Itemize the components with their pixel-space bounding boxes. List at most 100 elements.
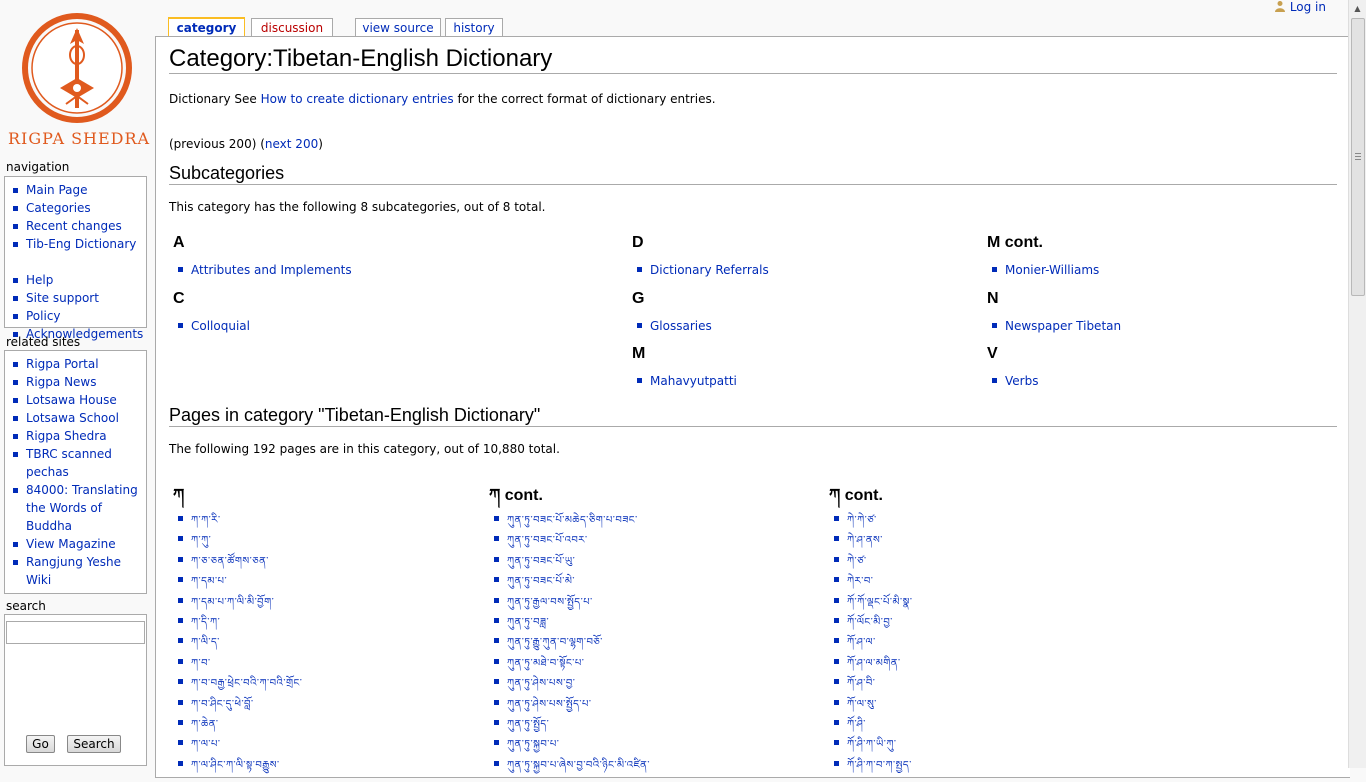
scroll-up-arrow-icon[interactable]: ▲ <box>1349 0 1366 17</box>
bullet-icon <box>178 638 183 644</box>
sidebar-item[interactable]: Rigpa News <box>13 373 141 391</box>
next-200-link[interactable]: next 200 <box>265 137 318 151</box>
intro-text: Dictionary See How to create dictionary … <box>169 92 716 106</box>
site-name: RIGPA SHEDRA <box>8 129 151 148</box>
sidebar-item[interactable]: Rangjung Yeshe Wiki <box>13 553 141 589</box>
subcat-letter: M <box>632 345 646 362</box>
bullet-icon <box>494 536 499 542</box>
sidebar-item[interactable]: Recent changes <box>13 217 141 235</box>
bullet-icon <box>834 556 839 562</box>
bullet-icon <box>178 597 183 603</box>
bullet-icon <box>178 267 183 272</box>
pages-heading: Pages in category "Tibetan-English Dicti… <box>169 404 1337 427</box>
bullet-icon <box>834 658 839 664</box>
subcat-letter: G <box>632 290 645 307</box>
subcat-link[interactable]: Mahavyutpatti <box>637 374 737 388</box>
bullet-icon <box>834 720 839 725</box>
bullet-icon <box>13 278 18 283</box>
tab-view-source[interactable]: view source <box>355 18 441 37</box>
subcat-link[interactable]: Glossaries <box>637 319 712 333</box>
subcat-link[interactable]: Verbs <box>992 374 1038 388</box>
bullet-icon <box>178 720 183 725</box>
vertical-scrollbar[interactable]: ▲ <box>1348 0 1366 768</box>
bullet-icon <box>834 618 839 623</box>
bullet-icon <box>13 362 18 367</box>
sidebar-item[interactable]: Rigpa Portal <box>13 355 141 373</box>
pagination: (previous 200) (next 200) <box>169 137 323 151</box>
bullet-icon <box>13 188 18 193</box>
subcat-letter: C <box>173 290 185 307</box>
bullet-icon <box>13 416 18 421</box>
sidebar-item[interactable]: 84000: Translating the Words of Buddha <box>13 481 141 535</box>
bullet-icon <box>178 536 183 542</box>
bullet-icon <box>494 516 499 521</box>
bullet-icon <box>13 380 18 385</box>
subcat-link[interactable]: Dictionary Referrals <box>637 263 769 277</box>
sidebar-item[interactable]: Help <box>13 271 141 289</box>
navigation-portlet: Main Page Categories Recent changes Tib-Eng… <box>4 176 147 341</box>
subcat-link[interactable]: Attributes and Implements <box>178 263 352 277</box>
sidebar-item[interactable]: Site support <box>13 289 141 307</box>
bullet-icon <box>494 618 499 623</box>
bullet-icon <box>178 699 183 705</box>
bullet-icon <box>13 398 18 403</box>
bullet-icon <box>13 314 18 319</box>
bullet-icon <box>178 740 183 746</box>
bullet-icon <box>13 542 18 547</box>
subcat-link[interactable]: Colloquial <box>178 319 250 333</box>
bullet-icon <box>834 740 839 746</box>
sidebar-item[interactable]: Main Page <box>13 181 141 199</box>
search-input[interactable] <box>6 621 145 644</box>
bullet-icon <box>637 378 642 383</box>
bullet-icon <box>834 760 839 766</box>
search-button[interactable]: Search <box>67 735 121 753</box>
sidebar-item[interactable]: Tib-Eng Dictionary <box>13 235 141 253</box>
page-title: Category:Tibetan-English Dictionary <box>169 45 1337 74</box>
subcategories-summary: This category has the following 8 subcat… <box>169 200 546 214</box>
go-button[interactable]: Go <box>26 735 55 753</box>
bullet-icon <box>494 556 499 562</box>
bullet-icon <box>992 378 997 383</box>
bullet-icon <box>494 597 499 603</box>
search-title: search <box>6 599 46 613</box>
bullet-icon <box>178 556 183 562</box>
bullet-icon <box>834 699 839 705</box>
site-logo[interactable] <box>0 0 155 150</box>
sidebar-item[interactable]: Lotsawa School <box>13 409 141 427</box>
sidebar-item[interactable]: Categories <box>13 199 141 217</box>
subcat-letter: A <box>173 234 185 251</box>
tab-discussion[interactable]: discussion <box>251 18 333 37</box>
bullet-icon <box>13 296 18 301</box>
login-link[interactable]: Log in <box>1274 0 1326 14</box>
bullet-icon <box>494 658 499 664</box>
bullet-icon <box>494 577 499 583</box>
subcat-link[interactable]: Monier-Williams <box>992 263 1099 277</box>
bullet-icon <box>494 699 499 705</box>
pages-summary: The following 192 pages are in this cate… <box>169 442 560 456</box>
content-area: Category:Tibetan-English Dictionary Dict… <box>155 36 1350 778</box>
bullet-icon <box>834 536 839 542</box>
tab-history[interactable]: history <box>445 18 503 37</box>
sidebar-item[interactable]: Rigpa Shedra <box>13 427 141 445</box>
subcat-link[interactable]: Newspaper Tibetan <box>992 319 1121 333</box>
bullet-icon <box>494 679 499 685</box>
bullet-icon <box>13 206 18 211</box>
tab-category[interactable]: category <box>168 17 245 38</box>
sidebar-item[interactable]: View Magazine <box>13 535 141 553</box>
related-sites-portlet: Rigpa Portal Rigpa News Lotsawa House Lotsa… <box>4 350 147 594</box>
bullet-icon <box>178 679 183 685</box>
bullet-icon <box>178 516 183 521</box>
bullet-icon <box>494 740 499 746</box>
bullet-icon <box>13 560 18 565</box>
sidebar-item[interactable]: Lotsawa House <box>13 391 141 409</box>
bullet-icon <box>494 638 499 644</box>
sidebar-item[interactable]: TBRC scanned pechas <box>13 445 141 481</box>
bullet-icon <box>834 516 839 521</box>
how-to-link[interactable]: How to create dictionary entries <box>261 92 454 106</box>
bullet-icon <box>178 323 183 328</box>
bullet-icon <box>834 679 839 685</box>
sidebar-item[interactable]: Policy <box>13 307 141 325</box>
scroll-thumb[interactable] <box>1351 18 1365 296</box>
bullet-icon <box>494 720 499 725</box>
subcat-letter: M cont. <box>987 234 1043 251</box>
